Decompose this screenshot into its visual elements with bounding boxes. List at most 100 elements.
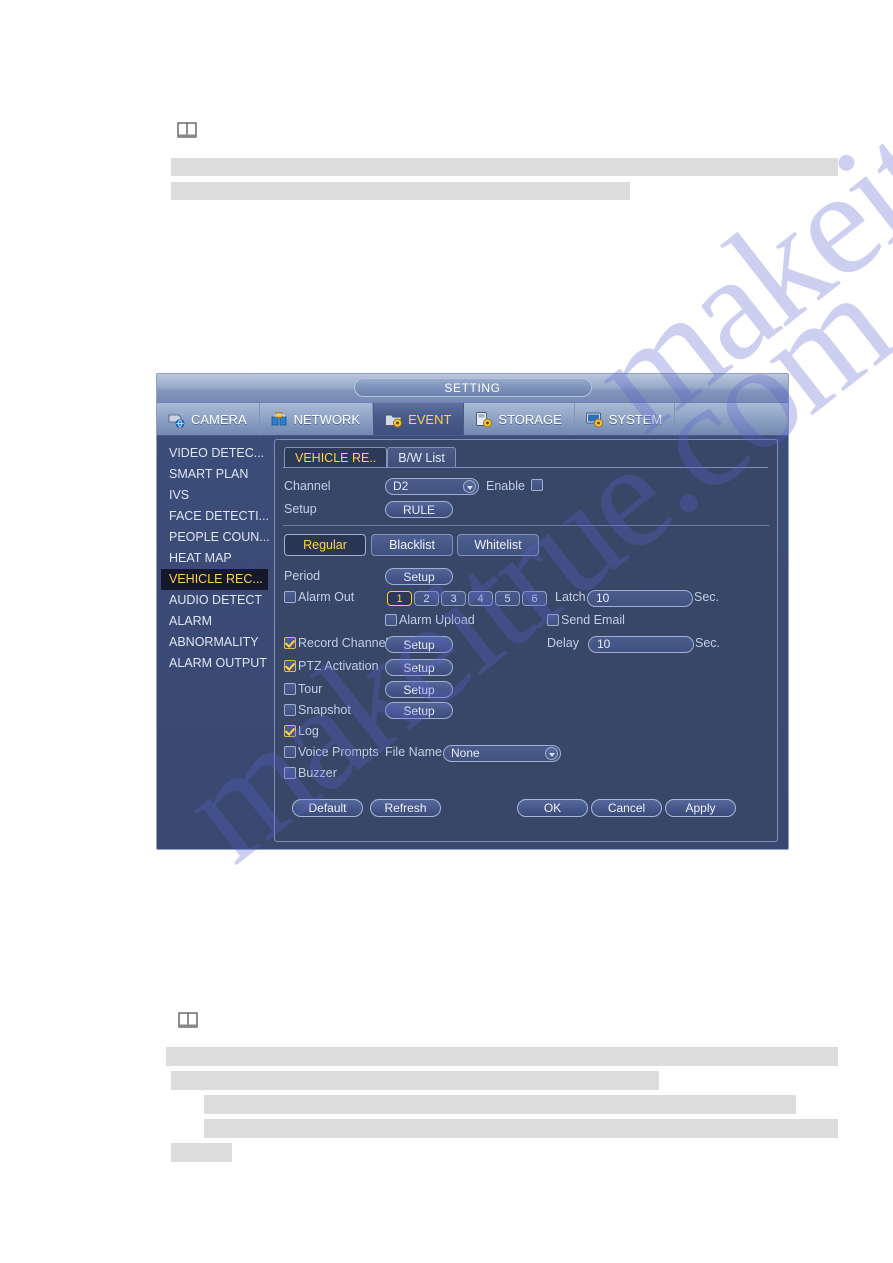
sidebar-item-people-counting[interactable]: PEOPLE COUN... [157,527,274,548]
ok-button[interactable]: OK [517,799,588,817]
alarm-out-number-4[interactable]: 4 [468,591,493,606]
sidebar-item-video-detect[interactable]: VIDEO DETEC... [157,443,274,464]
sidebar-item-audio-detect[interactable]: AUDIO DETECT [157,590,274,611]
ptz-activation-checkbox[interactable] [284,660,296,672]
section-divider [283,525,769,526]
channel-select-value: D2 [393,479,409,493]
system-icon [585,411,604,428]
sidebar-item-smart-plan[interactable]: SMART PLAN [157,464,274,485]
latch-input[interactable]: 10 [587,590,693,607]
period-setup-button[interactable]: Setup [385,568,453,585]
redacted-text-line [171,1143,232,1162]
chevron-down-icon[interactable] [545,747,558,760]
alarm-out-number-3[interactable]: 3 [441,591,466,606]
window-title: SETTING [353,378,592,397]
channel-label: Channel [284,479,331,493]
tour-setup-button[interactable]: Setup [385,681,453,698]
window-titlebar: SETTING [157,374,788,403]
sidebar-item-alarm-output[interactable]: ALARM OUTPUT [157,653,274,674]
period-label: Period [284,569,321,583]
panel-inner: Channel D2 Enable Setup RULE Regular Bla… [275,468,777,841]
latch-unit-label: Sec. [694,590,720,604]
snapshot-label: Snapshot [298,703,351,717]
tab-system[interactable]: SYSTEM [575,403,676,435]
event-icon [384,411,403,428]
record-channel-setup-button[interactable]: Setup [385,636,453,653]
redacted-text-line [166,1047,838,1066]
file-name-label: File Name [385,745,442,759]
snapshot-setup-button[interactable]: Setup [385,702,453,719]
setup-label: Setup [284,502,317,516]
sidebar-item-abnormality[interactable]: ABNORMALITY [157,632,274,653]
file-name-select[interactable]: None [443,745,561,762]
alarm-out-checkbox[interactable] [284,591,296,603]
sub-tab-strip: VEHICLE RE.. B/W List [284,447,456,468]
channel-select[interactable]: D2 [385,478,479,495]
sidebar-item-ivs[interactable]: IVS [157,485,274,506]
default-button[interactable]: Default [292,799,363,817]
mode-regular-button[interactable]: Regular [284,534,366,556]
chevron-down-icon[interactable] [463,480,476,493]
delay-label: Delay [547,636,579,650]
enable-label: Enable [486,479,525,493]
camera-icon [167,411,186,428]
main-tab-strip: CAMERA NETWORK EVENT STORAGE SYSTEM [157,403,788,436]
delay-unit-label: Sec. [695,636,721,650]
setting-window: SETTING CAMERA NETWORK EVENT STORAGE SYS… [156,373,789,850]
redacted-text-line [171,158,838,176]
book-note-icon [177,122,197,139]
voice-prompts-label: Voice Prompts [298,745,379,759]
storage-icon [474,411,493,428]
sidebar-item-heat-map[interactable]: HEAT MAP [157,548,274,569]
enable-checkbox[interactable] [531,479,543,491]
tab-network[interactable]: NETWORK [260,403,374,435]
ptz-activation-setup-button[interactable]: Setup [385,659,453,676]
alarm-out-number-6[interactable]: 6 [522,591,547,606]
alarm-out-number-5[interactable]: 5 [495,591,520,606]
delay-input[interactable]: 10 [588,636,694,653]
alarm-out-number-1[interactable]: 1 [387,591,412,606]
alarm-out-number-2[interactable]: 2 [414,591,439,606]
send-email-label: Send Email [561,613,625,627]
redacted-text-line [204,1119,838,1138]
tab-event[interactable]: EVENT [373,403,465,435]
record-channel-label: Record Channel [298,636,389,650]
tab-event-label: EVENT [408,411,452,427]
tab-camera[interactable]: CAMERA [157,403,260,435]
redacted-text-line [171,1071,659,1090]
rule-button[interactable]: RULE [385,501,453,518]
content-panel: VEHICLE RE.. B/W List Channel D2 Enable … [274,439,778,842]
subtab-vehicle-recognition[interactable]: VEHICLE RE.. [284,447,388,468]
redacted-text-line [204,1095,796,1114]
sidebar-item-alarm[interactable]: ALARM [157,611,274,632]
tab-storage[interactable]: STORAGE [464,403,575,435]
voice-prompts-checkbox[interactable] [284,746,296,758]
subtab-bw-list[interactable]: B/W List [387,447,456,468]
redacted-text-line [171,182,630,200]
tab-camera-label: CAMERA [191,411,247,427]
sidebar-item-vehicle-recognition[interactable]: VEHICLE REC... [161,569,268,590]
mode-whitelist-button[interactable]: Whitelist [457,534,539,556]
record-channel-checkbox[interactable] [284,637,296,649]
refresh-button[interactable]: Refresh [370,799,441,817]
ptz-activation-label: PTZ Activation [298,659,379,673]
book-note-icon [178,1012,198,1029]
tab-storage-label: STORAGE [498,411,562,427]
log-checkbox[interactable] [284,725,296,737]
buzzer-label: Buzzer [298,766,337,780]
snapshot-checkbox[interactable] [284,704,296,716]
network-icon [270,411,289,428]
tab-network-label: NETWORK [293,411,361,427]
file-name-select-value: None [451,746,480,760]
alarm-upload-checkbox[interactable] [385,614,397,626]
window-body: VIDEO DETEC... SMART PLAN IVS FACE DETEC… [157,436,788,852]
buzzer-checkbox[interactable] [284,767,296,779]
sidebar: VIDEO DETEC... SMART PLAN IVS FACE DETEC… [157,436,274,852]
cancel-button[interactable]: Cancel [591,799,662,817]
mode-blacklist-button[interactable]: Blacklist [371,534,453,556]
send-email-checkbox[interactable] [547,614,559,626]
tour-checkbox[interactable] [284,683,296,695]
apply-button[interactable]: Apply [665,799,736,817]
alarm-out-label: Alarm Out [298,590,355,604]
sidebar-item-face-detection[interactable]: FACE DETECTI... [157,506,274,527]
